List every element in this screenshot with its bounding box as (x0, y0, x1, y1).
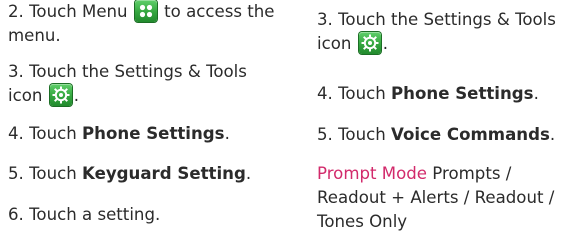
step-5-voice-commands: 5. Touch Voice Commands. (317, 123, 588, 147)
step-line: 5. Touch Keyguard Setting. (8, 162, 298, 186)
step-text: . (224, 124, 230, 143)
step-line: 2. Touch Menu to access the (8, 0, 298, 24)
step-line: 4. Touch Phone Settings. (8, 122, 298, 146)
step-3-settings-tools: 3. Touch the Settings & Tools icon . (317, 8, 588, 56)
step-text: icon (8, 86, 43, 105)
step-line: 3. Touch the Settings & Tools (317, 10, 556, 29)
step-line: icon . (8, 84, 298, 108)
step-text: . (533, 84, 539, 103)
voice-commands-label: Voice Commands (391, 125, 550, 144)
step-text: . (549, 125, 556, 144)
prompt-value: Prompts / (432, 164, 512, 183)
step-line: icon . (317, 32, 588, 56)
prompt-line: Tones Only (317, 212, 408, 231)
prompt-mode-label: Prompt Mode (317, 164, 428, 183)
settings-gear-icon (358, 32, 381, 54)
prompt-line: Readout + Alerts / Readout / (317, 188, 555, 207)
step-line: 5. Touch Voice Commands. (317, 123, 588, 147)
step-text: to access the (164, 2, 275, 21)
step-text: . (245, 164, 252, 183)
step-text: 5. Touch (8, 164, 83, 183)
step-line: 4. Touch Phone Settings. (317, 82, 588, 106)
step-line: 6. Touch a setting. (8, 205, 161, 224)
prompt-mode-description: Prompt Mode Prompts / Readout + Alerts /… (317, 162, 588, 234)
prompt-line: Prompt Mode Prompts / (317, 162, 588, 186)
step-text: . (382, 34, 388, 53)
phone-settings-label: Phone Settings (391, 84, 534, 103)
step-text: 4. Touch (317, 84, 392, 103)
step-line: menu. (8, 26, 61, 45)
step-5-keyguard-setting: 5. Touch Keyguard Setting. (8, 162, 298, 186)
step-text: . (73, 86, 79, 105)
phone-settings-label: Phone Settings (82, 124, 225, 143)
step-text: 5. Touch (317, 125, 392, 144)
step-2-access-menu: 2. Touch Menu to access the menu. (8, 0, 298, 48)
step-line: 3. Touch the Settings & Tools (8, 62, 247, 81)
step-text: icon (317, 34, 352, 53)
step-4-phone-settings: 4. Touch Phone Settings. (8, 122, 298, 146)
step-6-touch-setting: 6. Touch a setting. (8, 203, 298, 227)
keyguard-setting-label: Keyguard Setting (82, 164, 246, 183)
step-3-settings-tools: 3. Touch the Settings & Tools icon . (8, 60, 298, 108)
settings-gear-icon (49, 84, 72, 106)
step-text: 2. Touch Menu (8, 2, 128, 21)
step-4-phone-settings: 4. Touch Phone Settings. (317, 82, 588, 106)
step-text: 4. Touch (8, 124, 83, 143)
menu-grid-icon (134, 0, 157, 22)
